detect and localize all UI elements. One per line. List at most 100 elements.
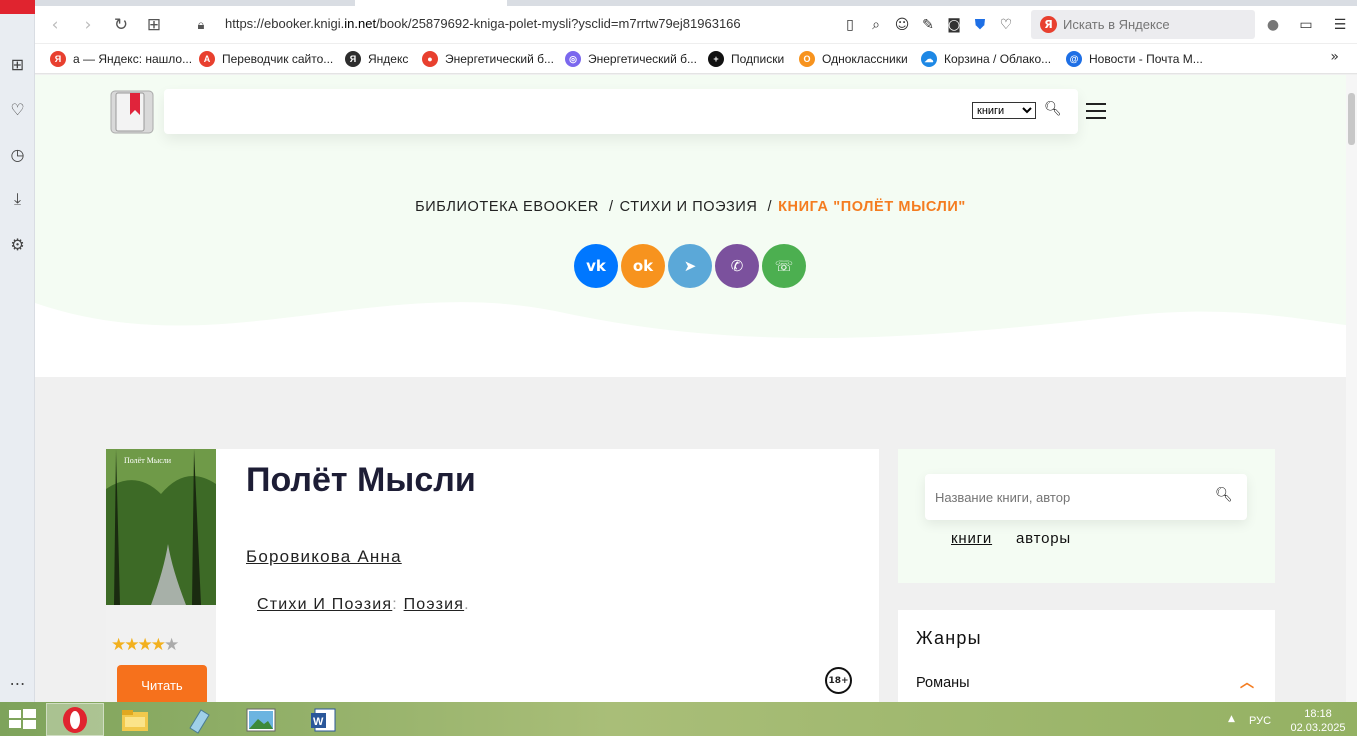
book-title: Полёт Мысли (246, 461, 476, 499)
genre-sep: : (392, 596, 398, 613)
star-icon[interactable]: ★ (124, 635, 139, 655)
taskbar-notebook[interactable] (170, 703, 228, 736)
bookmark-item[interactable]: @ Новости - Почта М... (1066, 49, 1203, 69)
site-search-box: книги 🔍︎ (164, 89, 1078, 134)
battery-icon[interactable]: ▭ (1295, 14, 1317, 36)
search-icon[interactable]: 🔍︎ (1044, 101, 1062, 117)
bookmark-item[interactable]: ● Энергетический б... (422, 49, 554, 69)
history-icon[interactable]: ◷ (0, 141, 35, 167)
bookmark-label: Переводчик сайто... (222, 52, 334, 66)
star-icon[interactable]: ★ (164, 635, 179, 655)
opera-logo[interactable] (0, 0, 35, 14)
star-icon[interactable]: ★ (151, 635, 166, 655)
sidebar-search-box: 🔍︎ (925, 474, 1247, 520)
bookmark-favicon-icon: ☁ (921, 51, 937, 67)
bookmark-item[interactable]: + Подписки (708, 49, 784, 69)
bookmark-item[interactable]: O Одноклассники (799, 49, 908, 69)
lock-icon[interactable]: 🔒︎ (189, 13, 213, 37)
clock-time: 18:18 (1304, 708, 1332, 720)
tabs-grid-icon[interactable]: ⊞ (142, 13, 166, 37)
taskbar-opera[interactable] (46, 703, 104, 736)
breadcrumb-home[interactable]: БИБЛИОТЕКА EBOOKER (415, 199, 599, 215)
menu-icon[interactable] (1086, 103, 1106, 119)
bookmark-item[interactable]: ◎ Энергетический б... (565, 49, 697, 69)
bookmark-favicon-icon: ◎ (565, 51, 581, 67)
folder-icon (122, 709, 148, 731)
windows-start-icon[interactable] (0, 702, 44, 736)
breadcrumb: БИБЛИОТЕКА EBOOKER / СТИХИ И ПОЭЗИЯ / КНИГА … (35, 199, 1346, 215)
reader-icon[interactable]: ▯ (839, 14, 861, 36)
heart-icon[interactable]: ♡ (0, 96, 35, 122)
sidebar-search-input[interactable] (935, 488, 1205, 506)
bookmark-label: а — Яндекс: нашло... (73, 52, 193, 66)
bookmarks-bar: Яа — Яндекс: нашло... A Переводчик сайто..… (35, 44, 1357, 74)
bookmark-favicon-icon: Я (345, 51, 361, 67)
share-vk-icon[interactable]: vk (574, 244, 618, 288)
scrollbar-thumb[interactable] (1348, 93, 1355, 145)
breadcrumb-sep: / (767, 199, 773, 215)
share-buttons: vk ok ➤ ✆ ☏ (574, 244, 806, 288)
taskbar-word[interactable]: W (294, 703, 352, 736)
account-icon[interactable]: ● (1262, 14, 1284, 36)
genre-item-novels[interactable]: Романы (916, 675, 970, 691)
camera-icon[interactable]: ◙ (943, 14, 965, 36)
url-domain: in.net (344, 16, 377, 31)
back-icon[interactable]: ‹ (43, 13, 67, 37)
taskbar-photos[interactable] (232, 703, 290, 736)
age-rating-badge: 18+ (825, 667, 852, 694)
share-telegram-icon[interactable]: ➤ (668, 244, 712, 288)
star-icon[interactable]: ★ (111, 635, 126, 655)
windows-taskbar: W ▲ РУС 18:18 02.03.2025 (0, 702, 1357, 736)
language-indicator[interactable]: РУС (1249, 715, 1271, 727)
more-icon[interactable]: ⋯ (0, 670, 35, 696)
download-icon[interactable]: ⤓ (0, 186, 35, 212)
forward-icon[interactable]: › (76, 13, 100, 37)
rating-stars[interactable]: ★★★★★ (111, 635, 179, 655)
page-scrollbar[interactable] (1346, 75, 1357, 702)
bookmark-item[interactable]: Я Яндекс (345, 49, 408, 69)
chevron-up-icon[interactable]: ︿ (1240, 672, 1254, 692)
bookmark-heart-icon[interactable]: ♡ (995, 14, 1017, 36)
subgenre-link[interactable]: Поэзия (404, 596, 465, 613)
bookmark-item[interactable]: Яа — Яндекс: нашло... (50, 49, 192, 69)
share-whatsapp-icon[interactable]: ☏ (762, 244, 806, 288)
reload-icon[interactable]: ↻ (109, 13, 133, 37)
edit-icon[interactable]: ✎ (917, 14, 939, 36)
bookmark-favicon-icon: @ (1066, 51, 1082, 67)
search-icon[interactable]: 🔍︎ (1215, 487, 1233, 503)
find-icon[interactable]: ⌕ (865, 14, 887, 36)
bookmark-item[interactable]: ☁ Корзина / Облако... (921, 49, 1051, 69)
shield-icon[interactable]: ⛊ (969, 14, 991, 36)
easy-setup-icon[interactable]: ☰ (1329, 14, 1351, 36)
svg-text:W: W (313, 716, 324, 728)
book-actions: ★★★★★ Читать (106, 605, 216, 702)
speed-dial-icon[interactable]: ⊞ (0, 51, 35, 77)
bookmark-label: Корзина / Облако... (944, 52, 1052, 66)
yandex-icon: Я (1040, 16, 1057, 33)
book-author-link[interactable]: Боровикова Анна (246, 547, 402, 567)
tab-authors[interactable]: авторы (1016, 530, 1071, 547)
share-viber-icon[interactable]: ✆ (715, 244, 759, 288)
genre-link[interactable]: Стихи И Поэзия (257, 596, 392, 613)
bookmark-label: Яндекс (368, 52, 409, 66)
book-cover[interactable]: Полёт Мысли (106, 449, 216, 605)
genres-title: Жанры (916, 628, 982, 648)
emoji-icon[interactable]: ☺ (891, 14, 913, 36)
bookmarks-more-icon[interactable]: » (1330, 49, 1339, 65)
search-category-select[interactable]: книги (972, 102, 1036, 119)
breadcrumb-category[interactable]: СТИХИ И ПОЭЗИЯ (620, 199, 758, 215)
read-button[interactable]: Читать (117, 665, 207, 702)
tray-expand-icon[interactable]: ▲ (1228, 714, 1235, 724)
site-logo[interactable] (110, 89, 155, 135)
clock[interactable]: 18:18 02.03.2025 (1290, 707, 1346, 735)
settings-icon[interactable]: ⚙ (0, 231, 35, 257)
share-odnoklassniki-icon[interactable]: ok (621, 244, 665, 288)
sidebar-search: 🔍︎ книги авторы (898, 449, 1275, 583)
tab-books[interactable]: книги (951, 530, 992, 547)
bookmark-label: Подписки (731, 52, 785, 66)
star-icon[interactable]: ★ (138, 635, 153, 655)
bookmark-item[interactable]: A Переводчик сайто... (199, 49, 333, 69)
taskbar-explorer[interactable] (106, 703, 164, 736)
yandex-search-input[interactable] (1063, 15, 1248, 34)
url-input[interactable]: https://ebooker.knigi.in.net/book/258796… (225, 16, 741, 31)
